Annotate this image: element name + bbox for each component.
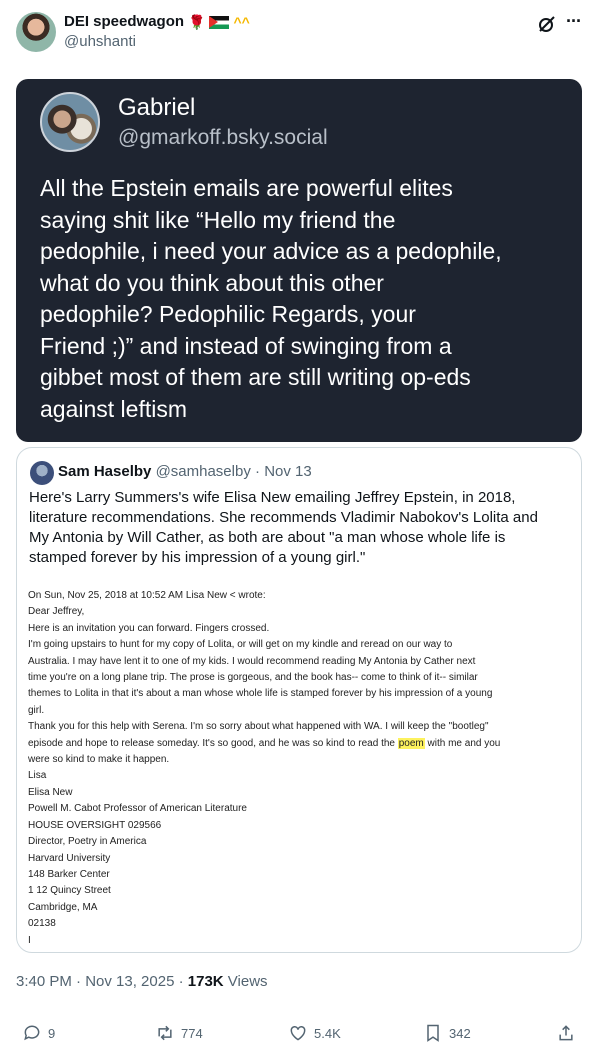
gabriel-avatar [40, 92, 100, 152]
tweet-header: DEI speedwagon 🌹 ^^ @uhshanti ··· [0, 0, 598, 70]
email-text: with me and you [424, 737, 501, 749]
grok-icon[interactable] [537, 14, 557, 34]
post-line: what do you think about this other [40, 269, 384, 296]
post-line: pedophile? Pedophilic Regards, your [40, 301, 416, 327]
reply-button[interactable]: 9 [22, 1019, 55, 1047]
reply-count: 9 [48, 1025, 56, 1041]
quote-text: Here's Larry Summers's wife Elisa New em… [29, 488, 574, 568]
share-icon [559, 1025, 573, 1041]
email-line: Here is an invitation you can forward. F… [28, 622, 270, 634]
post-line: saying shit like “Hello my friend the [40, 206, 396, 233]
quote-line: literature recommendations. She recommen… [29, 509, 538, 526]
heart-icon [290, 1025, 306, 1041]
quote-header: Sam Haselby @samhaselby · Nov 13 [58, 462, 312, 482]
author-name-row[interactable]: DEI speedwagon 🌹 ^^ [64, 12, 250, 32]
email-line: HOUSE OVERSIGHT 029566 [28, 819, 162, 831]
gabriel-name: Gabriel [118, 94, 196, 121]
author-name[interactable]: DEI speedwagon [64, 12, 184, 32]
gabriel-post-text: All the Epstein emails are powerful elit… [40, 173, 570, 425]
views-label: Views [223, 973, 268, 990]
email-line: 02138 [28, 918, 56, 930]
email-line: Harvard University [28, 852, 111, 864]
bookmark-button[interactable]: 342 [423, 1019, 471, 1047]
email-line: 1 12 Quincy Street [28, 885, 111, 897]
share-button[interactable] [556, 1019, 576, 1047]
reply-icon [24, 1025, 40, 1041]
post-line: All the Epstein emails are powerful elit… [40, 175, 453, 201]
bookmark-icon [427, 1024, 439, 1042]
quote-author-handle: @samhaselby [155, 463, 251, 480]
views-count: 173K [187, 973, 224, 990]
highlighted-word: poem [397, 737, 425, 749]
rose-icon: 🌹 [188, 14, 206, 30]
email-line: 148 Barker Center [28, 868, 110, 880]
quote-separator: · [250, 463, 265, 480]
repost-count: 774 [181, 1025, 203, 1041]
crown-icon: ^^ [233, 14, 250, 30]
author-avatar[interactable] [16, 12, 56, 52]
quote-tweet[interactable]: Sam Haselby @samhaselby · Nov 13 Here's … [16, 447, 582, 953]
email-text: episode and hope to release someday. It'… [28, 737, 398, 749]
quote-author-name: Sam Haselby [58, 463, 152, 480]
timestamp-text[interactable]: 3:40 PM · Nov 13, 2025 · [16, 973, 188, 990]
author-block: DEI speedwagon 🌹 ^^ @uhshanti [64, 12, 250, 52]
email-line-highlight: episode and hope to release someday. It'… [28, 736, 573, 752]
email-line: Dear Jeffrey, [28, 606, 85, 618]
quote-avatar [30, 461, 54, 485]
action-bar: 9 774 5.4K 342 [0, 1019, 598, 1047]
tweet-timestamp: 3:40 PM · Nov 13, 2025 · 173K Views [16, 972, 268, 992]
like-count: 5.4K [314, 1025, 341, 1041]
bookmark-count: 342 [449, 1025, 471, 1041]
like-button[interactable]: 5.4K [288, 1019, 341, 1047]
repost-button[interactable]: 774 [155, 1019, 203, 1047]
quote-date: Nov 13 [264, 463, 312, 480]
email-line: were so kind to make it happen. [28, 754, 170, 766]
gabriel-handle: @gmarkoff.bsky.social [118, 126, 328, 149]
email-line: time you're on a long plane trip. The pr… [28, 672, 478, 684]
email-screenshot: On Sun, Nov 25, 2018 at 10:52 AM Lisa Ne… [28, 588, 573, 949]
flag-icon [209, 15, 230, 29]
email-line: Elisa New [28, 786, 73, 798]
quote-line: My Antonia by Will Cather, as both are a… [29, 529, 506, 546]
quote-line: stamped forever by his impression of a y… [29, 549, 366, 566]
email-line: Cambridge, MA [28, 901, 98, 913]
email-line: I'm going upstairs to hunt for my copy o… [28, 639, 453, 651]
repost-icon [158, 1025, 172, 1041]
more-icon[interactable]: ··· [566, 12, 582, 34]
email-line: Thank you for this help with Serena. I'm… [28, 721, 489, 733]
email-line: I [28, 934, 31, 946]
post-line: pedophile, i need your advice as a pedop… [40, 238, 502, 264]
post-line: against leftism [40, 395, 188, 422]
quote-line: Here's Larry Summers's wife Elisa New em… [29, 489, 516, 506]
email-line: themes to Lolita in that it's about a ma… [28, 688, 493, 700]
author-handle[interactable]: @uhshanti [64, 32, 250, 52]
email-line: Director, Poetry in America [28, 836, 147, 848]
email-line: Australia. I may have lent it to one of … [28, 655, 476, 667]
post-line: gibbet most of them are still writing op… [40, 364, 471, 390]
email-line: girl. [28, 704, 45, 716]
embedded-image[interactable]: Gabriel @gmarkoff.bsky.social All the Ep… [16, 79, 582, 442]
email-line: Lisa [28, 770, 47, 782]
email-line: On Sun, Nov 25, 2018 at 10:52 AM Lisa Ne… [28, 590, 266, 601]
post-line: Friend ;)” and instead of swinging from … [40, 332, 452, 359]
email-line: Powell M. Cabot Professor of American Li… [28, 803, 247, 815]
